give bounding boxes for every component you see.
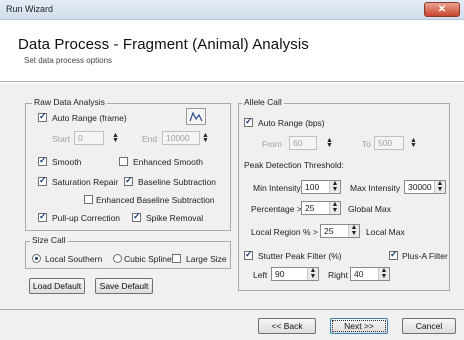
local-southern-label: Local Southern [45, 254, 103, 264]
stutter-peak-filter-label: Stutter Peak Filter (%) [258, 251, 342, 261]
local-region-arrows-icon[interactable]: ▲ ▼ [348, 224, 359, 237]
percentage-arrows-icon[interactable]: ▲ ▼ [329, 201, 340, 214]
saturation-repair-label: Saturation Repair [52, 177, 119, 187]
enhanced-baseline-label: Enhanced Baseline Subtraction [96, 195, 215, 205]
auto-range-frame-checkbox[interactable] [38, 111, 47, 122]
min-intensity-arrows-icon[interactable]: ▲ ▼ [329, 180, 340, 193]
from-bps-value: 60 [293, 138, 303, 148]
global-max-label: Global Max [348, 204, 391, 214]
left-arrows-icon[interactable]: ▲ ▼ [307, 267, 318, 280]
auto-range-frame-label: Auto Range (frame) [52, 113, 127, 123]
start-frame-value: 0 [78, 133, 83, 143]
from-bps-spinner[interactable]: 60 [289, 136, 317, 150]
cubic-spline-radio[interactable] [113, 254, 122, 263]
cancel-button[interactable]: Cancel [402, 318, 456, 334]
percentage-value: 25 [305, 203, 315, 213]
end-frame-spinner[interactable]: 10000 [162, 131, 200, 145]
raw-data-group-label: Raw Data Analysis [32, 97, 107, 107]
pullup-correction-label: Pull-up Correction [52, 213, 121, 223]
right-spinner[interactable]: 40 ▲ ▼ [350, 267, 390, 281]
baseline-subtraction-checkbox[interactable] [124, 175, 133, 186]
stutter-peak-filter-checkbox[interactable] [244, 249, 253, 260]
min-intensity-value: 100 [305, 182, 320, 192]
save-default-button[interactable]: Save Default [95, 278, 153, 294]
smooth-label: Smooth [52, 157, 82, 167]
allele-call-group [238, 103, 450, 291]
left-value: 90 [275, 269, 285, 279]
start-label: Start [52, 134, 70, 144]
to-label: To [362, 139, 371, 149]
right-label: Right [328, 270, 348, 280]
chart-icon [189, 111, 203, 122]
spike-removal-checkbox[interactable] [132, 211, 141, 222]
next-button[interactable]: Next >> [330, 318, 388, 334]
allele-call-group-label: Allele Call [242, 97, 284, 107]
pullup-correction-checkbox[interactable] [38, 211, 47, 222]
to-bps-value: 500 [378, 138, 393, 148]
max-intensity-arrows-icon[interactable]: ▲ ▼ [434, 180, 445, 193]
back-button[interactable]: << Back [258, 318, 316, 334]
auto-range-bps-label: Auto Range (bps) [258, 118, 325, 128]
max-intensity-label: Max Intensity [350, 183, 401, 193]
left-label: Left [253, 270, 268, 280]
right-arrows-icon[interactable]: ▲ ▼ [378, 267, 389, 280]
peak-detection-title: Peak Detection Threshold: [244, 160, 345, 170]
plus-a-filter-checkbox[interactable] [389, 249, 398, 260]
local-region-label: Local Region % > [251, 227, 318, 237]
enhanced-baseline-checkbox[interactable] [84, 195, 93, 204]
auto-range-icon-button[interactable] [186, 108, 206, 125]
local-max-label: Local Max [366, 227, 405, 237]
plus-a-filter-label: Plus-A Filter [402, 251, 448, 261]
percentage-label: Percentage > [251, 204, 302, 214]
start-frame-arrows-icon[interactable]: ▲ ▼ [112, 132, 119, 144]
page-subtitle: Set data process options [24, 56, 113, 65]
window-title: Run Wizard [6, 4, 54, 14]
local-region-value: 25 [324, 226, 334, 236]
right-value: 40 [354, 269, 364, 279]
baseline-subtraction-label: Baseline Subtraction [138, 177, 216, 187]
cubic-spline-label: Cubic Spline [124, 254, 172, 264]
spike-removal-label: Spike Removal [146, 213, 204, 223]
from-label: From [262, 139, 282, 149]
local-southern-radio[interactable] [32, 254, 41, 263]
end-frame-value: 10000 [166, 133, 190, 143]
enhanced-smooth-label: Enhanced Smooth [133, 157, 203, 167]
large-size-checkbox[interactable] [172, 254, 181, 263]
max-intensity-value: 30000 [408, 182, 432, 192]
saturation-repair-checkbox[interactable] [38, 175, 47, 186]
large-size-label: Large Size [186, 254, 227, 264]
title-bar [0, 0, 464, 20]
page-title: Data Process - Fragment (Animal) Analysi… [18, 36, 309, 53]
to-bps-spinner[interactable]: 500 [374, 136, 404, 150]
start-frame-spinner[interactable]: 0 [74, 131, 104, 145]
max-intensity-spinner[interactable]: 30000 ▲ ▼ [404, 180, 446, 194]
left-spinner[interactable]: 90 ▲ ▼ [271, 267, 319, 281]
size-call-group-label: Size Call [30, 235, 68, 245]
min-intensity-spinner[interactable]: 100 ▲ ▼ [301, 180, 341, 194]
from-bps-arrows-icon[interactable]: ▲ ▼ [326, 137, 333, 149]
percentage-spinner[interactable]: 25 ▲ ▼ [301, 201, 341, 215]
wizard-footer [0, 310, 464, 340]
enhanced-smooth-checkbox[interactable] [119, 157, 128, 166]
load-default-button[interactable]: Load Default [29, 278, 85, 294]
close-button[interactable]: ✕ [424, 2, 460, 17]
end-label: End [142, 134, 158, 144]
smooth-checkbox[interactable] [38, 155, 47, 166]
end-frame-arrows-icon[interactable]: ▲ ▼ [202, 132, 209, 144]
to-bps-arrows-icon[interactable]: ▲ ▼ [410, 137, 417, 149]
local-region-spinner[interactable]: 25 ▲ ▼ [320, 224, 360, 238]
min-intensity-label: Min Intensity [253, 183, 301, 193]
auto-range-bps-checkbox[interactable] [244, 116, 253, 127]
